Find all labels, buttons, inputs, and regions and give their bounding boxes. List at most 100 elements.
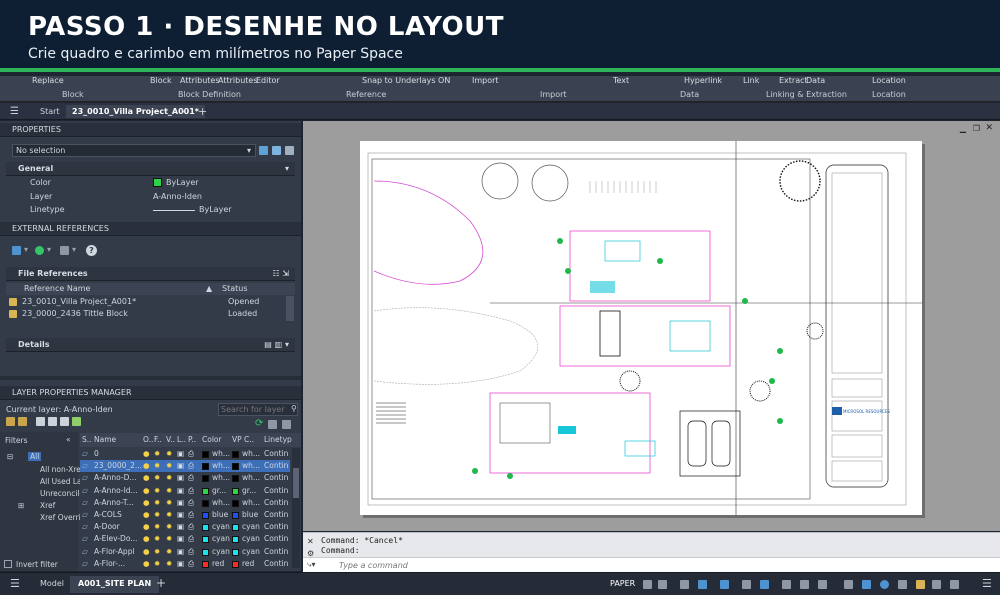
- chevron-down-icon[interactable]: ▾: [24, 245, 28, 254]
- col-lock[interactable]: L..: [177, 435, 186, 444]
- bulb-icon[interactable]: ●: [143, 547, 150, 556]
- polar-tracking-icon[interactable]: [658, 580, 667, 589]
- select-objects-icon[interactable]: [272, 146, 281, 155]
- attributes-button[interactable]: Attributes: [180, 76, 220, 85]
- sun-icon[interactable]: ✹: [154, 473, 160, 482]
- close-tab-icon[interactable]: ×: [180, 105, 187, 118]
- customization-menu-icon[interactable]: ☰: [982, 577, 992, 590]
- data-button[interactable]: Data: [806, 76, 825, 85]
- xref-scrollbar[interactable]: [286, 296, 294, 321]
- vp-color-swatch[interactable]: [232, 512, 239, 519]
- printer-icon[interactable]: ⎙: [188, 473, 194, 483]
- sun-icon[interactable]: ✹: [154, 547, 160, 556]
- lineweight-icon[interactable]: [742, 580, 751, 589]
- layer-row[interactable]: ▱ A-Flor-... ● ✹ ✹ ▣ ⎙ red red Contin: [80, 558, 290, 570]
- paper-space-toggle[interactable]: PAPER: [610, 579, 635, 588]
- layer-value[interactable]: A-Anno-Iden: [153, 192, 202, 201]
- vp-sun-icon[interactable]: ✹: [166, 559, 172, 568]
- scroll-thumb[interactable]: [293, 468, 299, 498]
- collapse-filters-icon[interactable]: «: [66, 435, 71, 444]
- lock-icon[interactable]: ▣: [177, 547, 184, 556]
- isodraft-icon[interactable]: [680, 580, 689, 589]
- sun-icon[interactable]: ✹: [154, 510, 160, 519]
- lock-icon[interactable]: ▣: [177, 522, 184, 531]
- vp-sun-icon[interactable]: ✹: [166, 510, 172, 519]
- chevron-down-icon[interactable]: ▾: [47, 245, 51, 254]
- vp-color-swatch[interactable]: [232, 475, 239, 483]
- lock-icon[interactable]: ▣: [177, 449, 184, 458]
- change-path-icon[interactable]: [60, 246, 69, 255]
- add-tab-button[interactable]: +: [198, 105, 207, 118]
- sun-icon[interactable]: ✹: [154, 498, 160, 507]
- vp-color-swatch[interactable]: [232, 499, 239, 507]
- bulb-icon[interactable]: ●: [143, 498, 150, 507]
- vp-sun-icon[interactable]: ✹: [166, 486, 172, 495]
- lock-icon[interactable]: ▣: [177, 473, 184, 482]
- vp-sun-icon[interactable]: ✹: [166, 498, 172, 507]
- menu-icon[interactable]: ☰: [10, 577, 20, 590]
- printer-icon[interactable]: ⎙: [188, 461, 194, 471]
- col-name[interactable]: Name: [94, 435, 116, 444]
- text-button[interactable]: Text: [613, 76, 629, 85]
- color-swatch[interactable]: [202, 463, 209, 471]
- vp-color-swatch[interactable]: [232, 548, 239, 556]
- selection-cycling-icon[interactable]: [782, 580, 791, 589]
- lock-icon[interactable]: ▣: [177, 486, 184, 495]
- transparency-icon[interactable]: [760, 580, 769, 589]
- filter-all[interactable]: All: [28, 452, 42, 461]
- layer-row[interactable]: ▱ A-Anno-T... ● ✹ ✹ ▣ ⎙ wh... wh... Cont…: [80, 497, 290, 509]
- vp-color-swatch[interactable]: [232, 463, 239, 471]
- bulb-icon[interactable]: ●: [143, 461, 150, 470]
- tab-start[interactable]: Start: [40, 105, 60, 118]
- general-section[interactable]: General ▾: [6, 162, 295, 176]
- xref-row[interactable]: 23_0000_2436 Tittle Block Loaded: [6, 308, 286, 320]
- annotation-icon[interactable]: [800, 580, 809, 589]
- close-viewport-icon[interactable]: ✕: [985, 123, 993, 133]
- snap-underlays-button[interactable]: Snap to Underlays ON: [362, 76, 450, 85]
- sun-icon[interactable]: ✹: [154, 461, 160, 470]
- filter-xref[interactable]: Xref: [40, 501, 55, 510]
- chevron-down-icon[interactable]: ▾: [72, 245, 76, 254]
- sun-icon[interactable]: ✹: [154, 449, 160, 458]
- tree-toggle-icon[interactable]: ⊟: [7, 452, 13, 461]
- lock-icon[interactable]: ▣: [177, 510, 184, 519]
- vp-sun-icon[interactable]: ✹: [166, 449, 172, 458]
- layer-row[interactable]: ▱ 23_0000_2... ● ✹ ✹ ▣ ⎙ wh... wh... Con…: [80, 460, 290, 473]
- layer-search-input[interactable]: [218, 403, 298, 416]
- bulb-icon[interactable]: ●: [143, 473, 150, 482]
- lock-ui-icon[interactable]: [898, 580, 907, 589]
- workspace-gear-icon[interactable]: [818, 580, 827, 589]
- col-plot[interactable]: P..: [188, 435, 196, 444]
- color-value[interactable]: ByLayer: [166, 178, 199, 187]
- vp-color-swatch[interactable]: [232, 451, 239, 458]
- editor-button[interactable]: Editor: [256, 76, 280, 85]
- quick-select-icon[interactable]: [259, 146, 268, 155]
- attach-dwg-icon[interactable]: [12, 246, 21, 255]
- vp-sun-icon[interactable]: ✹: [166, 547, 172, 556]
- extract-button[interactable]: Extract: [779, 76, 808, 85]
- col-reference-name[interactable]: Reference Name: [24, 284, 90, 293]
- printer-icon[interactable]: ⎙: [188, 559, 194, 569]
- col-status[interactable]: Status: [222, 284, 248, 293]
- tree-toggle-icon[interactable]: ⊞: [18, 501, 24, 510]
- layer-row[interactable]: ▱ A-Elev-Do... ● ✹ ✹ ▣ ⎙ cyan cyan Conti…: [80, 533, 290, 545]
- preview-toggle-icon[interactable]: ▤ ▥ ▾: [264, 338, 289, 352]
- printer-icon[interactable]: ⎙: [188, 486, 194, 496]
- invert-filter-checkbox[interactable]: [4, 560, 12, 568]
- bulb-icon[interactable]: ●: [143, 522, 150, 531]
- restore-viewport-icon[interactable]: ❐: [973, 124, 980, 133]
- replace-button[interactable]: Replace: [32, 76, 64, 85]
- layer-row[interactable]: ▱ A-COLS ● ✹ ✹ ▣ ⎙ blue blue Contin: [80, 509, 290, 521]
- annotation-monitor-icon[interactable]: [844, 580, 853, 589]
- add-layout-button[interactable]: +: [156, 576, 166, 590]
- clean-screen-icon[interactable]: [950, 580, 959, 589]
- tab-layout-site-plan[interactable]: A001_SITE PLAN: [70, 576, 160, 593]
- close-icon[interactable]: ✕: [307, 537, 314, 546]
- snap-icon[interactable]: [643, 580, 652, 589]
- settings-icon[interactable]: [268, 420, 277, 429]
- printer-icon[interactable]: ⎙: [188, 522, 194, 532]
- col-linetype[interactable]: Linetyp: [264, 435, 292, 444]
- isolate-objects-icon[interactable]: [916, 580, 925, 589]
- lock-icon[interactable]: ▣: [177, 559, 184, 568]
- col-color[interactable]: Color: [202, 435, 222, 444]
